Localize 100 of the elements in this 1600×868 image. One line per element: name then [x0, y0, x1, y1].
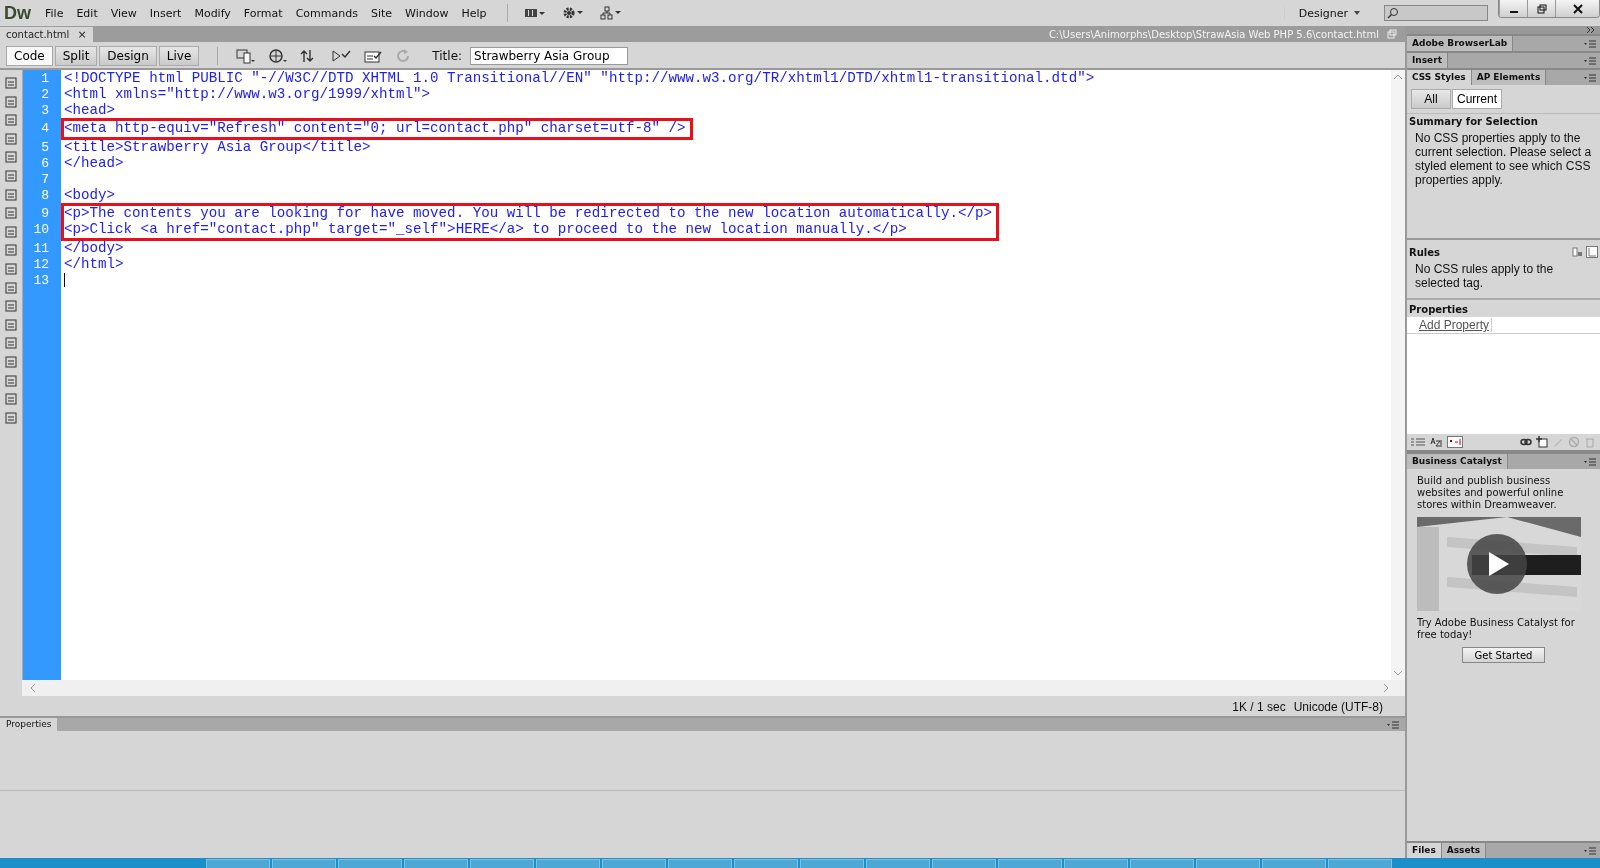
- search-field[interactable]: [1384, 5, 1488, 21]
- sort-icon[interactable]: [1429, 436, 1443, 448]
- taskbar-button[interactable]: [1196, 859, 1260, 868]
- panel-tab[interactable]: Business Catalyst: [1407, 454, 1508, 469]
- panel-menu-icon[interactable]: [1584, 73, 1596, 82]
- gear-icon[interactable]: [562, 6, 585, 20]
- code-tool-icon[interactable]: [4, 187, 18, 202]
- restore-button[interactable]: [1527, 0, 1555, 17]
- panel-menu-icon[interactable]: [1584, 846, 1596, 855]
- taskbar-button[interactable]: [206, 859, 270, 868]
- menu-item[interactable]: Edit: [76, 6, 107, 20]
- title-field[interactable]: Strawberry Asia Group: [470, 47, 629, 65]
- code-tool-icon[interactable]: [4, 76, 18, 90]
- code-tool-icon[interactable]: [4, 131, 18, 146]
- get-started-button[interactable]: Get Started: [1461, 647, 1546, 663]
- view-button[interactable]: Design: [99, 46, 157, 66]
- validate-icon[interactable]: [332, 48, 353, 64]
- taskbar-button[interactable]: [998, 859, 1062, 868]
- checklist-icon[interactable]: [364, 48, 385, 64]
- taskbar-button[interactable]: [668, 859, 732, 868]
- panel-menu-icon[interactable]: [1387, 720, 1399, 729]
- taskbar-button[interactable]: [1328, 859, 1392, 868]
- mode-button[interactable]: Current: [1452, 89, 1502, 109]
- panel-menu-icon[interactable]: [1584, 39, 1596, 48]
- code-tool-icon[interactable]: [4, 410, 18, 425]
- panel-menu-icon[interactable]: [1584, 457, 1596, 466]
- code-tool-icon[interactable]: [4, 261, 18, 276]
- code-tool-icon[interactable]: [4, 354, 18, 369]
- panel-tab[interactable]: Assets: [1441, 843, 1487, 858]
- taskbar-button[interactable]: [1130, 859, 1194, 868]
- panel-tab[interactable]: Properties: [0, 718, 58, 731]
- menu-item[interactable]: Insert: [149, 6, 191, 20]
- trash-icon[interactable]: [1584, 436, 1596, 448]
- close-tab-icon[interactable]: ×: [77, 28, 87, 41]
- view-button[interactable]: Code: [6, 46, 53, 66]
- taskbar-button[interactable]: [404, 859, 468, 868]
- close-button[interactable]: [1555, 0, 1599, 17]
- code-line: <p>The contents you are looking for have moved. You will be redirected to the new location automatically.</p>: [64, 205, 992, 222]
- view-button[interactable]: Live: [158, 46, 200, 66]
- panel-tab[interactable]: Files: [1407, 843, 1442, 858]
- code-tool-icon[interactable]: [4, 150, 18, 165]
- code-tool-icon[interactable]: [4, 94, 18, 109]
- menu-item[interactable]: File: [45, 6, 73, 20]
- panel-tab[interactable]: Adobe BrowserLab: [1407, 36, 1514, 51]
- horizontal-scrollbar[interactable]: [22, 680, 1405, 698]
- taskbar-button[interactable]: [866, 859, 930, 868]
- code-tool-icon[interactable]: [4, 317, 18, 332]
- code-tool-icon[interactable]: [4, 206, 18, 221]
- site-tree-icon[interactable]: [600, 6, 623, 20]
- code-tool-icon[interactable]: [4, 299, 18, 314]
- taskbar-button[interactable]: [932, 859, 996, 868]
- panel-tab[interactable]: CSS Styles: [1407, 70, 1472, 85]
- panel-tab[interactable]: Insert: [1407, 53, 1448, 68]
- code-tool-icon[interactable]: [4, 392, 18, 407]
- menu-item[interactable]: Modify: [194, 6, 240, 20]
- menu-item[interactable]: Window: [405, 6, 458, 20]
- globe-icon[interactable]: [268, 48, 289, 64]
- minimize-button[interactable]: [1499, 0, 1527, 17]
- multiscreen-icon[interactable]: [236, 48, 257, 64]
- taskbar-button[interactable]: [734, 859, 798, 868]
- layout-icon[interactable]: [524, 7, 547, 19]
- taskbar-button[interactable]: [272, 859, 336, 868]
- menu-item[interactable]: Site: [370, 6, 402, 20]
- code-line: <p>Click <a href="contact.php" target="_self">HERE</a> to proceed to the new location manually.</p>: [64, 221, 907, 238]
- menu-item[interactable]: View: [110, 6, 146, 20]
- taskbar-button[interactable]: [602, 859, 666, 868]
- code-tool-icon[interactable]: [4, 168, 18, 183]
- code-tool-icon[interactable]: [4, 336, 18, 351]
- set-properties-icon[interactable]: [1447, 436, 1463, 448]
- taskbar-button[interactable]: [338, 859, 402, 868]
- document-tab[interactable]: contact.html ×: [0, 27, 93, 42]
- edit-icon[interactable]: [1552, 436, 1564, 448]
- restore-icon[interactable]: [1387, 29, 1397, 39]
- vertical-scrollbar[interactable]: [1391, 70, 1405, 680]
- menu-item[interactable]: Help: [461, 6, 496, 20]
- view-toggle-icon[interactable]: [1572, 247, 1584, 257]
- panel-menu-icon[interactable]: [1584, 56, 1596, 65]
- mode-button[interactable]: All: [1411, 89, 1451, 109]
- taskbar-button[interactable]: [470, 859, 534, 868]
- menu-item[interactable]: Commands: [295, 6, 367, 20]
- taskbar-button[interactable]: [1064, 859, 1128, 868]
- menu-item[interactable]: Format: [243, 6, 292, 20]
- taskbar-button[interactable]: [800, 859, 864, 868]
- scroll-up-icon: [1393, 74, 1403, 80]
- taskbar-button[interactable]: [1262, 859, 1326, 868]
- code-tool-icon[interactable]: [4, 113, 18, 128]
- view-toggle-icon[interactable]: [1586, 246, 1598, 258]
- workspace-switcher[interactable]: Designer: [1283, 6, 1374, 20]
- restore-icon: [1536, 3, 1547, 14]
- scroll-down-icon: [1393, 670, 1403, 676]
- code-tool-icon[interactable]: [4, 243, 18, 258]
- view-button[interactable]: Split: [54, 46, 98, 66]
- collapse-icon[interactable]: [1586, 26, 1596, 34]
- link-icon[interactable]: [1520, 437, 1532, 447]
- panel-tab[interactable]: AP Elements: [1471, 70, 1547, 85]
- code-tool-icon[interactable]: [4, 280, 18, 295]
- disable-icon[interactable]: [1568, 436, 1580, 448]
- code-tool-icon[interactable]: [4, 224, 18, 239]
- code-tool-icon[interactable]: [4, 373, 18, 388]
- taskbar-button[interactable]: [536, 859, 600, 868]
